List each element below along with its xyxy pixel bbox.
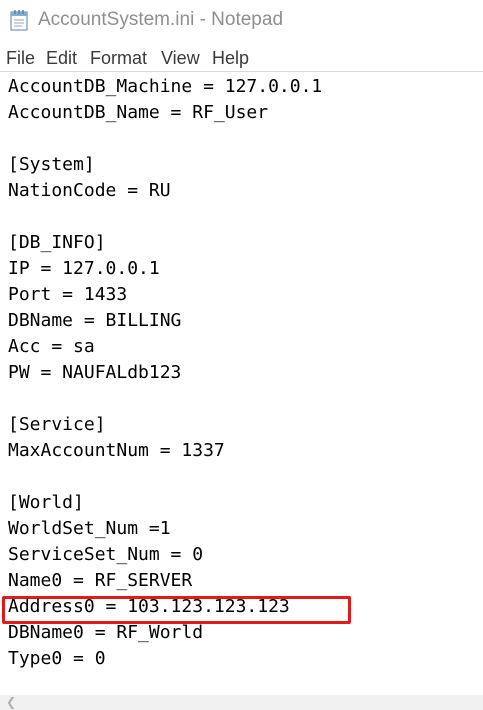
editor-line: [Service] (8, 414, 106, 435)
editor-line: [World] (8, 492, 84, 513)
editor-line: PW = NAUFALdb123 (8, 362, 182, 383)
menu-help[interactable]: Help (212, 48, 249, 69)
editor-line: Name0 = RF_SERVER (8, 570, 193, 591)
text-editor-area[interactable]: AccountDB_Machine = 127.0.0.1 AccountDB_N… (0, 71, 483, 696)
editor-line: [DB_INFO] (8, 232, 106, 253)
editor-line: DBName0 = RF_World (8, 622, 204, 643)
editor-line: [System] (8, 154, 95, 175)
notepad-icon (10, 10, 28, 31)
window-title: AccountSystem.ini - Notepad (38, 9, 284, 30)
menu-view[interactable]: View (161, 48, 200, 69)
menu-file[interactable]: File (6, 48, 35, 69)
editor-line: IP = 127.0.0.1 (8, 258, 160, 279)
editor-line: AccountDB_Machine = 127.0.0.1 (8, 76, 323, 97)
title-bar: AccountSystem.ini - Notepad (0, 0, 483, 40)
editor-line: Port = 1433 (8, 284, 128, 305)
menu-format[interactable]: Format (90, 48, 147, 69)
editor-line: DBName = BILLING (8, 310, 182, 331)
editor-line: AccountDB_Name = RF_User (8, 102, 269, 123)
editor-line: Type0 = 0 (8, 648, 106, 669)
notepad-window: AccountSystem.ini - Notepad File Edit Fo… (0, 0, 483, 710)
menu-edit[interactable]: Edit (46, 48, 77, 69)
editor-line: Acc = sa (8, 336, 95, 357)
editor-line: WorldSet_Num =1 (8, 518, 171, 539)
editor-line: ServiceSet_Num = 0 (8, 544, 204, 565)
chevron-left-icon[interactable]: ❮ (6, 696, 16, 709)
editor-line: Address0 = 103.123.123.123 (8, 596, 290, 617)
menu-bar: File Edit Format View Help (0, 44, 483, 72)
horizontal-scrollbar[interactable]: ❮ (0, 695, 483, 710)
editor-line: MaxAccountNum = 1337 (8, 440, 225, 461)
editor-line: NationCode = RU (8, 180, 171, 201)
